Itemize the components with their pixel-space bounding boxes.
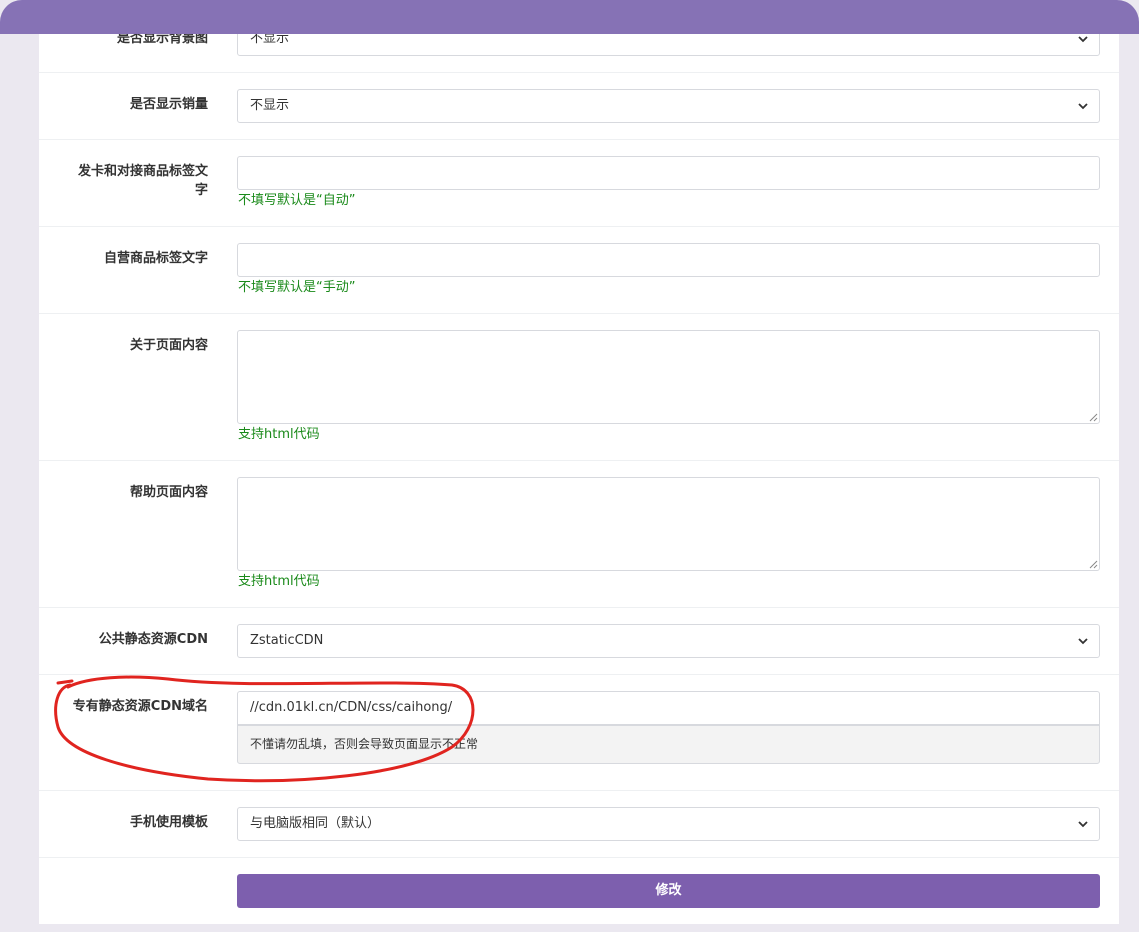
mobile-template-select[interactable]: 与电脑版相同（默认） (237, 807, 1100, 841)
top-header-bar (0, 0, 1139, 34)
show-sales-select[interactable]: 不显示 (237, 89, 1100, 123)
form-row-self-tag-text: 自营商品标签文字 不填写默认是“手动” (39, 227, 1119, 314)
show-sales-value: 不显示 (250, 98, 290, 113)
card-tag-text-label-line2: 字 (194, 183, 208, 198)
show-sales-label: 是否显示销量 (129, 97, 208, 112)
about-content-label: 关于页面内容 (129, 338, 208, 353)
self-tag-text-label: 自营商品标签文字 (103, 251, 208, 266)
form-row-card-tag-text: 发卡和对接商品标签文 字 不填写默认是“自动” (39, 140, 1119, 227)
resize-grip-icon[interactable] (1089, 413, 1098, 422)
about-content-hint: 支持html代码 (238, 427, 320, 442)
resize-grip-icon[interactable] (1089, 560, 1098, 569)
card-tag-text-label: 发卡和对接商品标签文 字 (39, 162, 208, 200)
submit-button[interactable]: 修改 (237, 874, 1100, 908)
public-cdn-select[interactable]: ZstaticCDN (237, 624, 1100, 658)
form-row-help-content: 帮助页面内容 支持html代码 (39, 461, 1119, 608)
self-tag-text-input[interactable] (237, 243, 1100, 277)
mobile-template-label: 手机使用模板 (129, 815, 208, 830)
help-content-label: 帮助页面内容 (129, 485, 208, 500)
card-tag-text-label-line1: 发卡和对接商品标签文 (77, 164, 208, 179)
annotation-circle (54, 675, 475, 783)
card-tag-text-hint: 不填写默认是“自动” (238, 193, 356, 208)
help-content-textarea[interactable] (237, 477, 1100, 571)
form-row-about-content: 关于页面内容 支持html代码 (39, 314, 1119, 461)
self-tag-text-hint: 不填写默认是“手动” (238, 280, 356, 295)
public-cdn-value: ZstaticCDN (250, 633, 324, 648)
chevron-down-icon (1078, 103, 1088, 110)
chevron-down-icon (1078, 821, 1088, 828)
about-content-textarea[interactable] (237, 330, 1100, 424)
form-row-show-sales: 是否显示销量 不显示 (39, 73, 1119, 140)
form-row-mobile-template: 手机使用模板 与电脑版相同（默认） (39, 791, 1119, 858)
card-tag-text-input[interactable] (237, 156, 1100, 190)
form-row-public-cdn: 公共静态资源CDN ZstaticCDN (39, 608, 1119, 675)
chevron-down-icon (1078, 638, 1088, 645)
chevron-down-icon (1078, 36, 1088, 43)
public-cdn-label: 公共静态资源CDN (98, 632, 208, 647)
help-content-hint: 支持html代码 (238, 574, 320, 589)
mobile-template-value: 与电脑版相同（默认） (250, 816, 381, 831)
